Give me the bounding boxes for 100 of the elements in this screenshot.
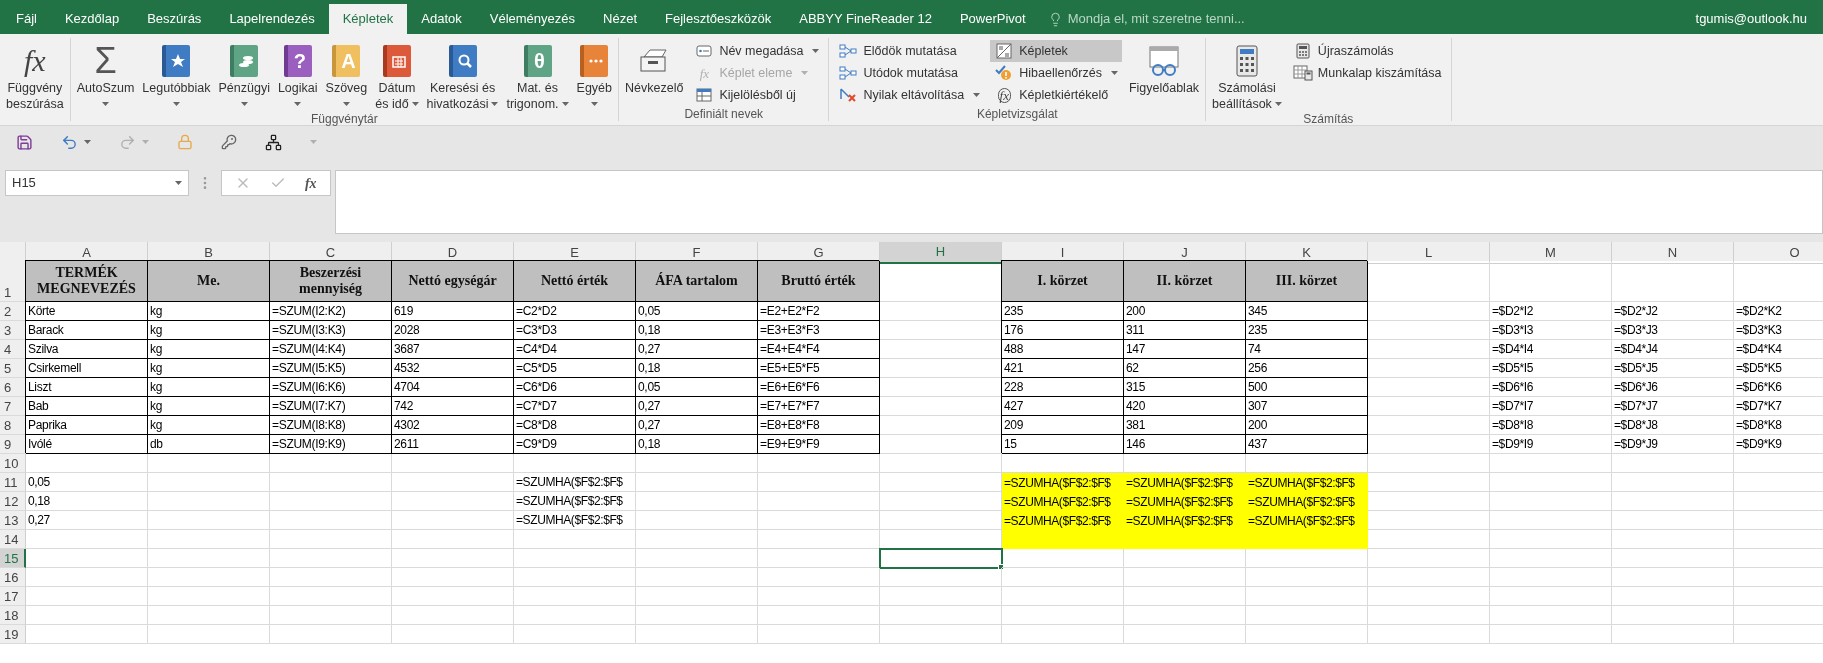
column-header[interactable]: H [880,242,1002,264]
column-header[interactable]: L [1368,242,1490,264]
ribbon-button[interactable]: Munkalap kiszámítása [1288,62,1446,84]
ribbon-tab[interactable]: Fájl [2,4,51,34]
row-header[interactable]: 15 [0,549,26,568]
row-header[interactable]: 5 [0,359,26,378]
spreadsheet-cell: =$D7*J7 [1612,397,1734,416]
function-icon: fx [24,46,46,76]
ribbon-tab[interactable]: Lapelrendezés [215,4,329,34]
row-header[interactable]: 9 [0,435,26,454]
account-name[interactable]: tgumis@outlook.hu [1695,4,1823,34]
ribbon-button[interactable]: Kijelölésből új [690,84,824,106]
insert-function-button[interactable]: fx [304,172,317,194]
calculator-icon [1295,43,1310,59]
ribbon-button[interactable]: Egyéb [572,38,616,112]
row-header[interactable]: 18 [0,606,26,625]
book-letter-icon: A [332,45,361,77]
ribbon-button[interactable]: A Szöveg [321,38,372,112]
formula-input[interactable] [335,170,1823,234]
undo-icon[interactable] [61,133,78,151]
row-header[interactable]: 19 [0,625,26,644]
row-header[interactable]: 13 [0,511,26,530]
ribbon-button[interactable]: Keresési és hivatkozási [422,38,503,112]
row-header[interactable]: 16 [0,568,26,587]
row-header[interactable]: 17 [0,587,26,606]
tell-me-search[interactable]: Mondja el, mit szeretne tenni... [1039,4,1253,34]
ribbon-button[interactable]: Hibaellenőrzés [990,62,1122,84]
ribbon-button[interactable]: Nyilak eltávolítása [834,84,985,106]
row-header[interactable]: 6 [0,378,26,397]
ribbon-button[interactable]: Dátum és idő [371,38,423,112]
row-header[interactable]: 10 [0,454,26,473]
key-icon[interactable] [221,134,237,150]
ribbon-tab[interactable]: ABBYY FineReader 12 [785,4,946,34]
ribbon-tab[interactable]: Véleményezés [475,4,590,34]
ribbon-button[interactable]: Legutóbbiak [138,38,215,112]
ribbon-button[interactable]: Σ AutoSzum [72,38,139,112]
ribbon-button[interactable]: Figyelőablak [1124,38,1204,96]
spreadsheet-cell: 4704 [392,378,514,397]
ribbon-button[interactable]: Név megadása [690,40,824,62]
ribbon-tab[interactable]: PowerPivot [945,4,1040,34]
trace-arrows-icon [839,44,858,58]
spreadsheet-cell: =C2*D2 [514,302,636,321]
spreadsheet-cell: 437 [1246,435,1368,454]
spreadsheet-cell: 0,27 [636,397,758,416]
ribbon-tab[interactable]: Adatok [407,4,476,34]
ribbon-tab[interactable]: Nézet [589,4,651,34]
watch-window-icon [1147,45,1181,77]
ribbon-tab[interactable]: Fejlesztőeszközök [651,4,786,34]
row-header[interactable]: 14 [0,530,26,549]
row-header[interactable]: 1 [0,261,26,302]
ribbon-button[interactable]: Számolási beállítások [1208,38,1286,112]
spreadsheet-cell: 0,18 [636,435,758,454]
spreadsheet-cell: =$D8*K8 [1734,416,1823,435]
spreadsheet-cell: 200 [1124,302,1246,321]
ribbon-tab[interactable]: Kezdőlap [50,4,134,34]
ribbon-button[interactable]: fx Képletkiértékelő [990,84,1122,106]
row-header[interactable]: 12 [0,492,26,511]
spreadsheet-cell: 619 [392,302,514,321]
ribbon-button[interactable]: Újraszámolás [1288,40,1446,62]
ribbon-button[interactable]: θ Mat. és trigonom. [502,38,573,112]
row-header[interactable]: 3 [0,321,26,340]
spreadsheet-cell: =E8+E8*F8 [758,416,880,435]
ribbon-button[interactable]: Utódok mutatása [834,62,985,84]
spreadsheet-cell: =C8*D8 [514,416,636,435]
network-icon[interactable] [265,133,282,151]
column-header[interactable]: M [1490,242,1612,264]
ribbon-button[interactable]: Névkezelő [621,38,688,96]
spreadsheet-cell: =$D7*K7 [1734,397,1823,416]
column-heading: TERMÉK MEGNEVEZÉS [26,261,148,302]
spreadsheet-cell: 4302 [392,416,514,435]
column-header[interactable]: O [1734,242,1823,264]
column-header[interactable]: N [1612,242,1734,264]
ribbon-button[interactable]: Elődök mutatása [834,40,985,62]
highlighted-cell: =SZUMHA($F$2:$F$ [1124,511,1246,530]
ribbon-tab[interactable]: Képletek [328,4,408,34]
ribbon-button[interactable]: ? Logikai [273,38,322,112]
sheet-calculator-icon [1292,65,1313,81]
column-heading: II. körzet [1124,261,1246,302]
row-header[interactable]: 4 [0,340,26,359]
ribbon-tab[interactable]: Beszúrás [133,4,216,34]
highlighted-cell: =SZUMHA($F$2:$F$ [1246,511,1368,530]
row-header[interactable]: 2 [0,302,26,321]
row-header[interactable]: 7 [0,397,26,416]
spreadsheet-cell: 742 [392,397,514,416]
redo-icon[interactable] [119,133,136,151]
spreadsheet-cell: 345 [1246,302,1368,321]
ribbon-button[interactable]: fx Függvény beszúrása [2,38,68,112]
save-icon[interactable] [16,133,33,151]
ribbon-button[interactable]: Képletek [990,40,1122,62]
table-icon [696,88,713,102]
highlighted-cell: =SZUMHA($F$2:$F$ [1002,473,1124,492]
spreadsheet-cell: =$D9*J9 [1612,435,1734,454]
row-header[interactable]: 8 [0,416,26,435]
row-header[interactable]: 11 [0,473,26,492]
name-box[interactable]: H15 [5,170,189,196]
ribbon-button[interactable]: Pénzügyi [214,38,274,112]
spreadsheet-cell: 235 [1002,302,1124,321]
highlighted-cell: =SZUMHA($F$2:$F$ [1246,492,1368,511]
fill-handle[interactable] [998,564,1004,570]
spreadsheet-cell: =SZUM(I7:K7) [270,397,392,416]
